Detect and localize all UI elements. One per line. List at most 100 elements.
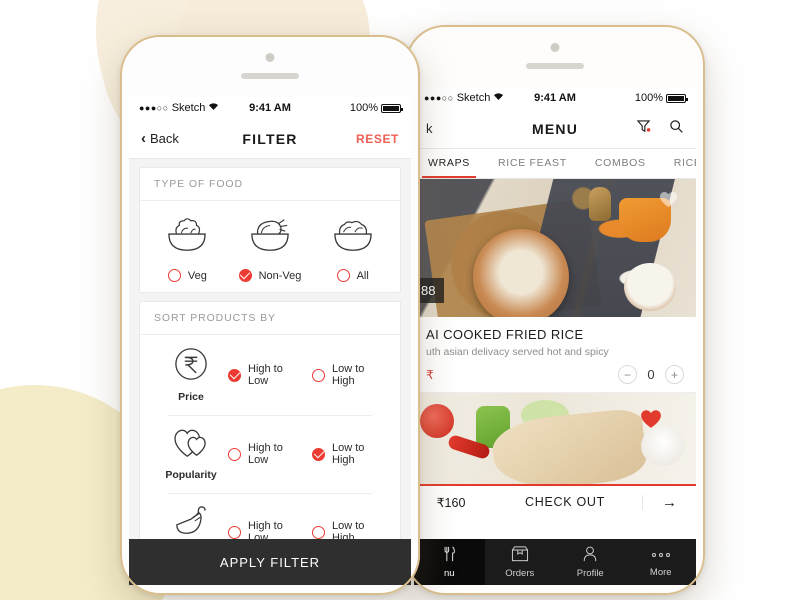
radio-row-veg[interactable]: Veg [167, 269, 207, 282]
radio-price-high-to-low[interactable] [228, 368, 241, 382]
tab-rice-feast-2[interactable]: RICE FEA [660, 149, 696, 178]
label-price-high-to-low: High to Low [248, 363, 283, 387]
person-icon [582, 546, 598, 565]
filter-status-bar: ●●●○○ Sketch 9:41 AM 100% [129, 97, 411, 119]
tab-label: COMBOS [594, 157, 646, 169]
battery-percent: 100% [349, 102, 378, 114]
radio-price-low-to-high[interactable] [312, 368, 325, 382]
menu-item-info: AI COOKED FRIED RICE uth asian delivacy … [414, 317, 696, 392]
popularity-low-to-high[interactable]: Low to High [312, 442, 386, 466]
label-popularity-low-to-high: Low to High [332, 442, 365, 466]
sort-icon-price: Price [154, 347, 228, 403]
food-type-veg[interactable]: Veg [146, 215, 229, 282]
price-low-to-high[interactable]: Low to High [312, 363, 386, 387]
type-of-food-options: Veg Non-Veg All [140, 201, 400, 292]
filter-body: TYPE OF FOOD Veg Non-Veg All SORT PRODUC… [129, 159, 411, 572]
menu-icon [442, 546, 457, 565]
arrow-right-icon[interactable]: → [642, 494, 696, 510]
tabbar-item-profile[interactable]: Profile [555, 546, 626, 579]
radio-label-all: All [356, 269, 369, 282]
cart-total: ₹160 [436, 495, 466, 510]
sort-row-popularity: Popularity High to Low Low to High [140, 415, 400, 493]
checkout-label[interactable]: CHECK OUT [488, 495, 642, 509]
reset-button[interactable]: RESET [356, 132, 399, 146]
tabbar-label: nu [443, 567, 455, 579]
salad-bowl-icon [165, 215, 209, 260]
food-type-nonveg[interactable]: Non-Veg [229, 215, 312, 282]
phone-bezel-top [405, 25, 705, 87]
filter-screen: ●●●○○ Sketch 9:41 AM 100% ‹ Back FILTER … [129, 97, 411, 585]
menu-status-bar: ●●●○○ Sketch 9:41 AM 100% [414, 87, 696, 109]
rupee-circle-icon [174, 347, 208, 386]
sort-options-popularity: High to Low Low to High [228, 442, 386, 466]
second-food-photo[interactable] [414, 392, 696, 484]
box-icon [511, 545, 529, 565]
apply-filter-button[interactable]: APPLY FILTER [129, 539, 411, 585]
battery-icon [381, 103, 403, 113]
phone-filter: ●●●○○ Sketch 9:41 AM 100% ‹ Back FILTER … [120, 35, 420, 595]
earpiece-speaker [241, 73, 299, 79]
menu-item-description: uth asian delivacy served hot and spicy [426, 346, 609, 358]
popularity-high-to-low[interactable]: High to Low [228, 442, 302, 466]
radio-label-nonveg: Non-Veg [258, 269, 302, 282]
mixed-bowl-icon [331, 215, 375, 260]
radio-row-all[interactable]: All [336, 269, 369, 282]
sort-options-price: High to Low Low to High [228, 363, 386, 387]
photo-tomato [419, 403, 454, 438]
radio-veg[interactable] [167, 269, 181, 282]
label-price-low-to-high: Low to High [332, 363, 365, 387]
phone-menu: ●●●○○ Sketch 9:41 AM 100% k MENU WRAPS R… [405, 25, 705, 595]
radio-spice-high-to-low[interactable] [228, 525, 241, 539]
heart-outline-icon[interactable] [659, 191, 678, 213]
menu-nav-bar: k MENU [414, 109, 696, 149]
tabbar-label: Orders [505, 567, 535, 579]
radio-popularity-low-to-high[interactable] [312, 447, 325, 461]
food-type-all[interactable]: All [311, 215, 394, 282]
menu-item-meta: ₹ − 0 + [426, 365, 684, 384]
radio-row-nonveg[interactable]: Non-Veg [238, 269, 302, 282]
heart-filled-icon[interactable] [640, 409, 662, 434]
tab-combos[interactable]: COMBOS [581, 149, 660, 178]
radio-nonveg[interactable] [238, 269, 252, 282]
tabbar-item-more[interactable]: More [626, 547, 697, 578]
battery-icon [666, 93, 688, 103]
status-battery: 100% [634, 92, 688, 104]
tab-wraps[interactable]: WRAPS [414, 149, 484, 178]
radio-spice-low-to-high[interactable] [312, 525, 325, 539]
chilli-icon [172, 505, 210, 542]
decrement-button[interactable]: − [618, 365, 637, 384]
quantity-stepper[interactable]: − 0 + [618, 365, 684, 384]
checkout-bar[interactable]: ₹160 CHECK OUT → [414, 484, 696, 518]
type-of-food-card: TYPE OF FOOD Veg Non-Veg All [139, 167, 401, 293]
radio-label-veg: Veg [187, 269, 207, 282]
tabbar-label: Profile [576, 567, 604, 579]
tab-rice-feast[interactable]: RICE FEAST [484, 149, 581, 178]
filter-nav-bar: ‹ Back FILTER RESET [129, 119, 411, 159]
tab-label: RICE FEAST [498, 157, 567, 169]
phone-bezel-top [120, 35, 420, 97]
photo-wrap-roll [489, 407, 649, 484]
tab-label: WRAPS [428, 157, 471, 169]
menu-screen: ●●●○○ Sketch 9:41 AM 100% k MENU WRAPS R… [414, 87, 696, 547]
sort-products-header: SORT PRODUCTS BY [140, 302, 400, 335]
featured-food-photo[interactable]: 88 [414, 179, 696, 317]
front-camera [550, 43, 560, 52]
radio-all[interactable] [336, 269, 350, 282]
menu-category-tabs[interactable]: WRAPS RICE FEAST COMBOS RICE FEA [414, 149, 696, 179]
filter-funnel-icon[interactable] [636, 119, 651, 139]
status-battery: 100% [349, 102, 403, 114]
ellipsis-icon [651, 547, 670, 564]
sort-icon-popularity: Popularity [154, 427, 228, 481]
bottom-tab-bar[interactable]: nu Orders Profile More [414, 539, 696, 585]
sort-label-popularity: Popularity [165, 469, 217, 481]
search-icon[interactable] [669, 119, 684, 139]
battery-percent: 100% [634, 92, 663, 104]
tabbar-item-menu[interactable]: nu [414, 539, 485, 585]
label-popularity-high-to-low: High to Low [248, 442, 283, 466]
increment-button[interactable]: + [665, 365, 684, 384]
hearts-icon [173, 427, 209, 464]
chicken-bowl-icon [248, 215, 292, 260]
radio-popularity-high-to-low[interactable] [228, 447, 241, 461]
tabbar-item-orders[interactable]: Orders [485, 545, 556, 579]
price-high-to-low[interactable]: High to Low [228, 363, 302, 387]
